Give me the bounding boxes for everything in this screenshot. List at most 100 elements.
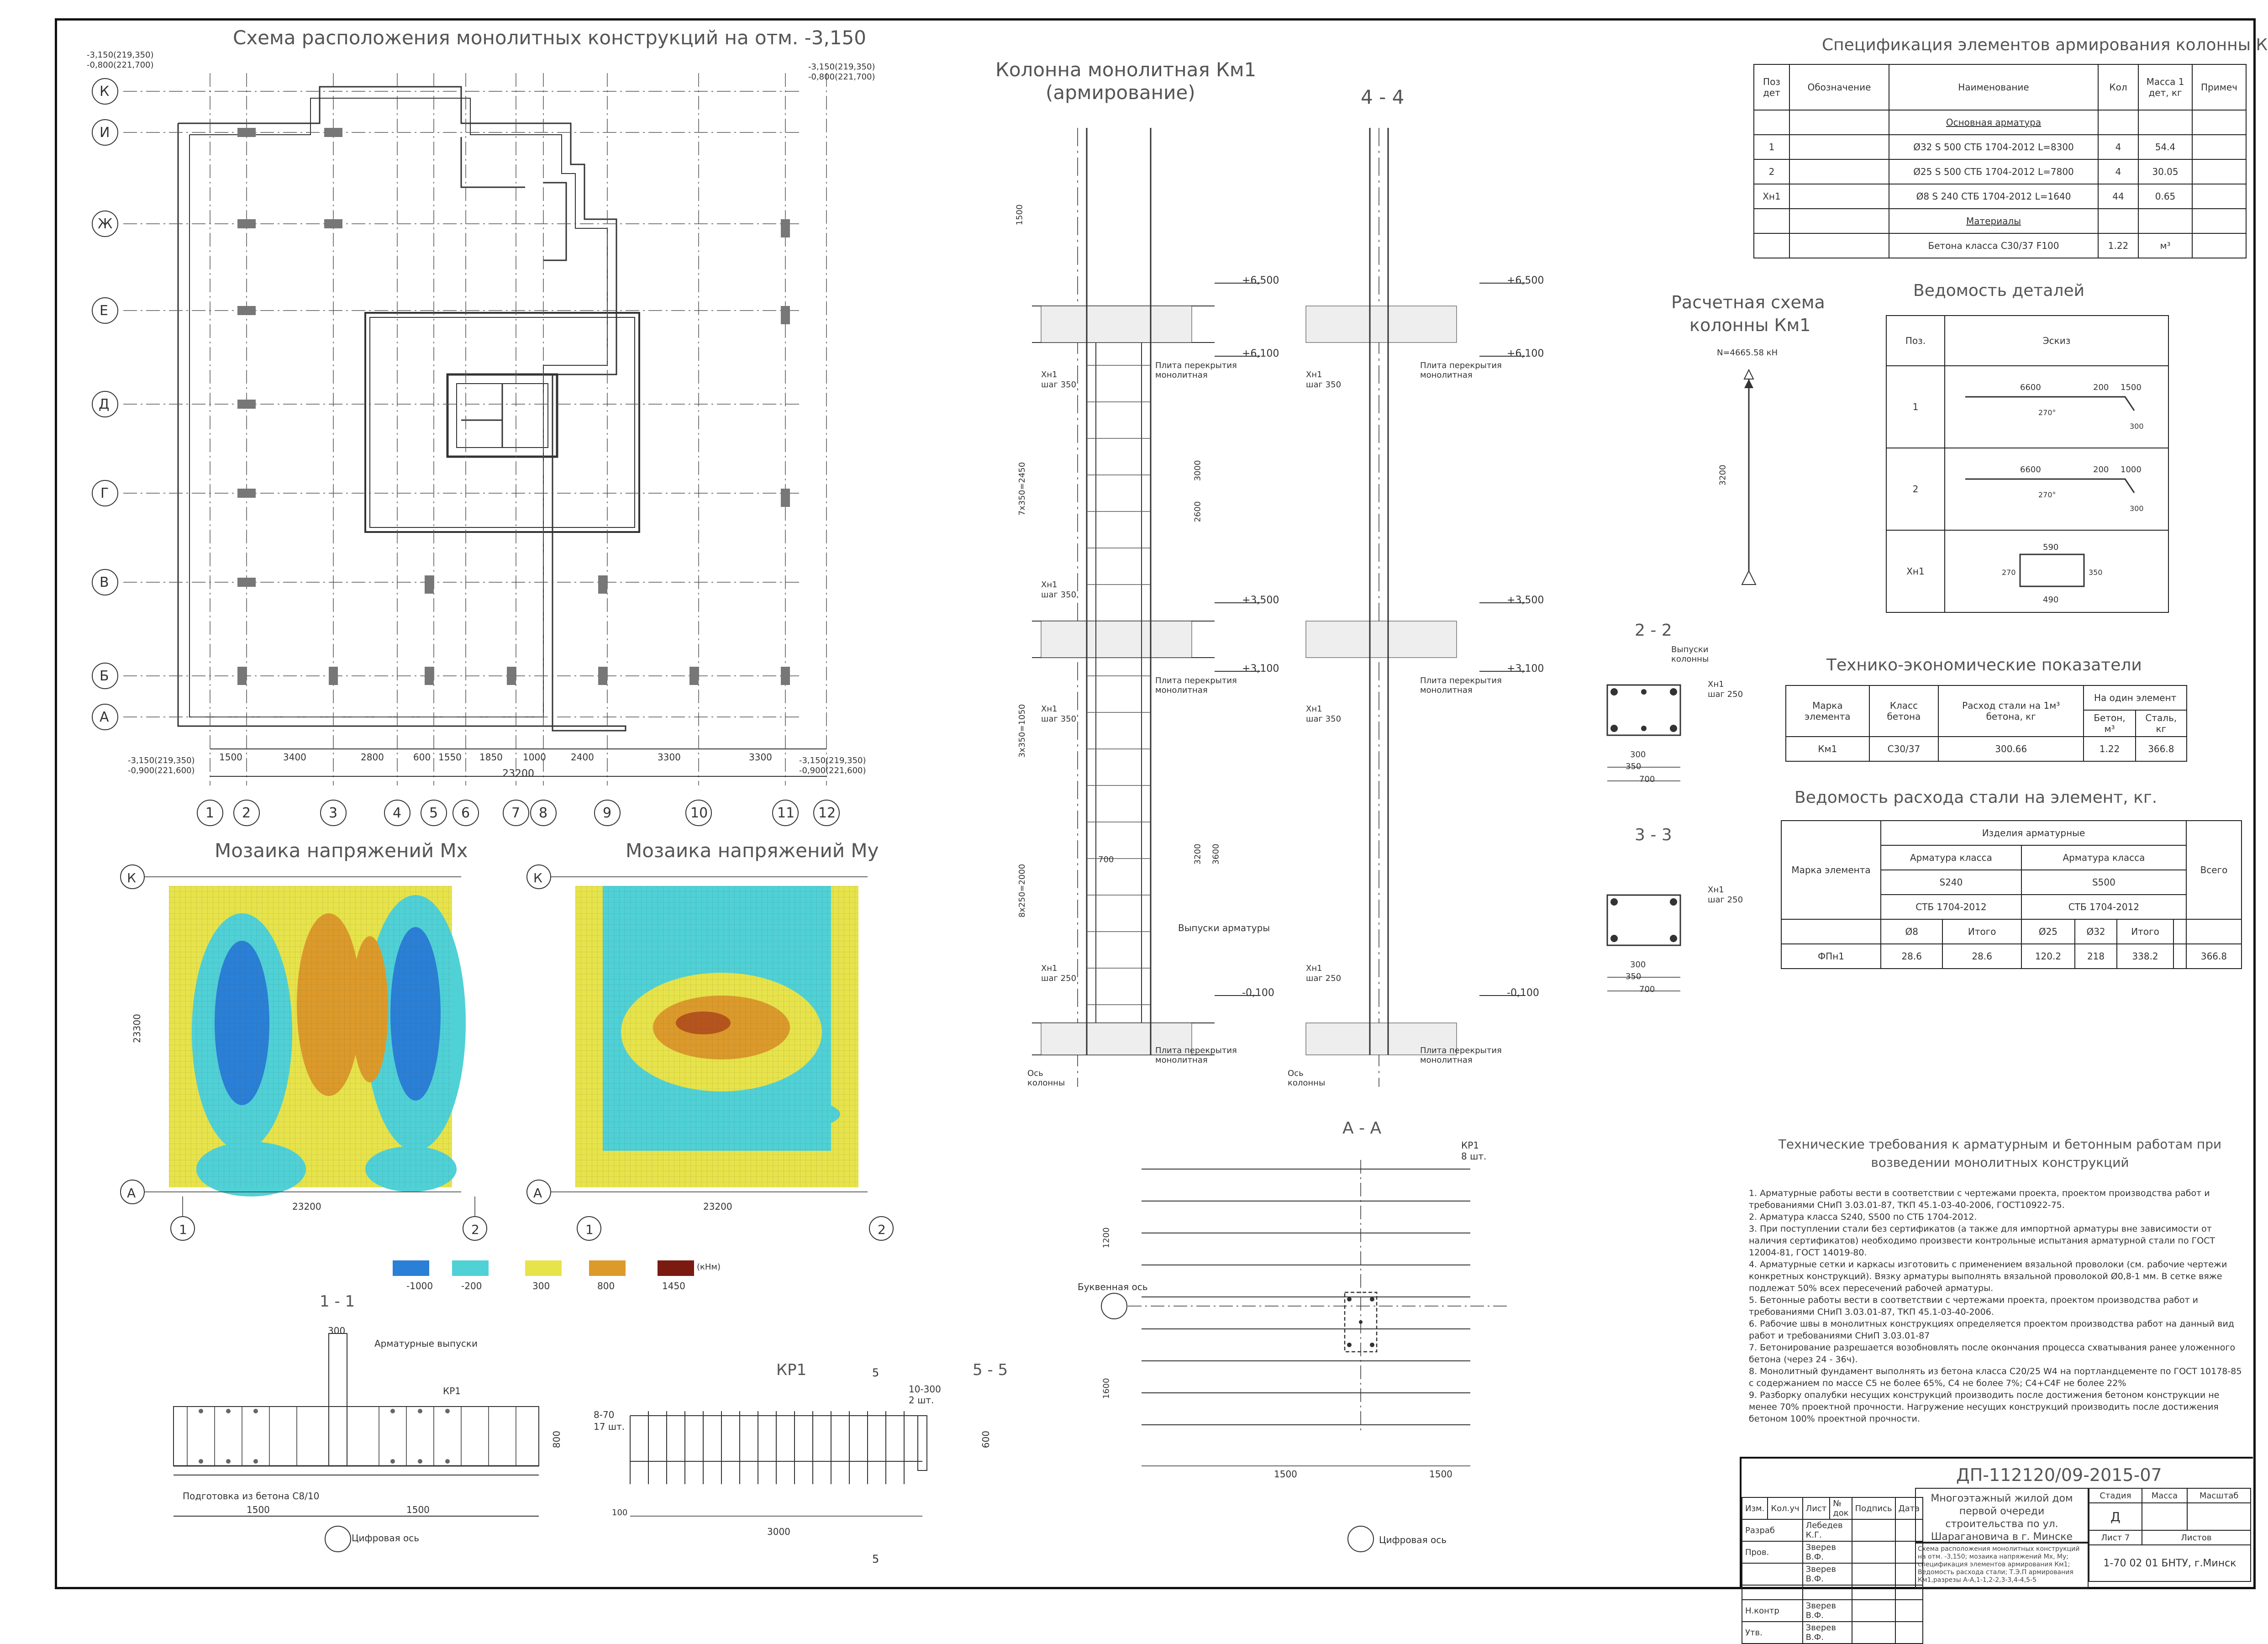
detail-sketch-2: 6600 200 1000 270° 300 [1944,448,2169,531]
sec22-label: шаг 250 [1708,690,1743,699]
axis-row-label: Г [100,485,109,501]
axis-row-label: А [100,709,109,725]
stamp-person: Зверев В.Ф. [1802,1563,1852,1586]
sec22-label: Хн1 [1708,680,1724,689]
sec33-drawing [1606,894,1681,991]
axis-label: Ось колонны [1288,1069,1326,1088]
tep-title: Технико-экономические показатели [1826,656,2142,674]
stamp-role: Н.контр [1742,1599,1803,1622]
level-mark: -3,150(219,350) [128,756,195,765]
legend-value: -200 [461,1280,482,1291]
kr1-label: 100 [612,1508,628,1518]
dim: 3300 [658,752,681,763]
tep-cell: Км1 [1785,736,1870,762]
legend-value: 1450 [662,1280,685,1291]
axis-col-label: 8 [539,805,548,821]
legend-swatch [589,1260,626,1276]
steel-cell: ФПн1 [1781,943,1881,969]
sec11-label: Арматурные выпуски [374,1338,478,1349]
axis-col-label: 3 [329,805,338,821]
aa-label: 1500 [1429,1469,1452,1480]
sec33-title: 3 - 3 [1635,826,1672,844]
mosaic-y-axis: А [533,1186,542,1201]
spec-cell: Хн1 [1753,184,1790,209]
stamp-hdr: № док [1829,1497,1852,1520]
tep-header: Расход стали на 1м³ бетона, кг [1938,685,2084,737]
aa-label: Буквенная ось [1078,1281,1148,1292]
stamp-person: Зверев В.Ф. [1802,1599,1852,1622]
spec-cell: 1 [1753,134,1790,160]
dim: 3200 [1193,843,1203,865]
slab-label: Плита перекрытия монолитная [1420,361,1502,380]
tep-cell: 1.22 [2083,736,2136,762]
dim: 1850 [479,752,503,763]
note-item: 5. Бетонные работы вести в соответствии … [1749,1295,2199,1317]
axis-col-label: 4 [393,805,402,821]
kr1-label: 8-70 [594,1409,615,1420]
level-mark: -0,900(221,600) [128,766,195,775]
step-label: шаг 350 [1306,380,1342,390]
mosaic-x-axis: К [127,870,136,885]
dim: 3400 [283,752,306,763]
level: +6,500 [1507,275,1544,286]
stamp-role: Разраб [1742,1519,1803,1542]
notes-list: 1. Арматурные работы вести в соответстви… [1749,1187,2247,1425]
kr1-title: КР1 [776,1361,807,1379]
stamp-signatures: Изм. Кол.уч Лист № док Подпись Дата Разраб Леб… [1741,1497,1924,1644]
dim: 3х350=1050 [1017,704,1027,758]
tep-cell: С30/37 [1868,736,1939,762]
spec-cell: 1.22 [2098,233,2139,258]
step-label: шаг 350 [1306,714,1342,724]
kr1-label: 5 [872,1553,879,1565]
dim: 8х250=2000 [1017,864,1027,918]
aa-label: КР1 [1461,1140,1479,1151]
tep-table: Марка элемента Класс бетона Расход стали н… [1785,685,2188,762]
details-pos: 1 [1886,365,1945,448]
dim: 700 [1098,855,1114,864]
steel-header: Итого [1942,919,2022,944]
spec-header: Поз дет [1753,64,1790,111]
sec11-drawing [173,1333,539,1552]
details-header: Поз. [1886,315,1945,366]
stamp-hdr: Подпись [1851,1497,1896,1520]
axis-label: Ось колонны [1027,1069,1065,1088]
mosaic-x-axis: А [127,1186,136,1201]
svg-text:300: 300 [2130,422,2144,431]
tep-header: Бетон, м³ [2083,710,2136,737]
stamp-stage-h: Масса [2141,1488,2188,1503]
note-item: 4. Арматурные сетки и каркасы изготовить… [1749,1259,2227,1293]
level: +6,100 [1242,348,1279,359]
stamp-stage-value: Д [2089,1502,2142,1531]
steel-header: Ø8 [1880,919,1943,944]
note-item: 1. Арматурные работы вести в соответстви… [1749,1188,2210,1210]
dim: 2400 [571,752,594,763]
mosaic-y [526,864,894,1241]
steel-cell: 120.2 [2021,943,2076,969]
dim: 1500 [1015,204,1025,226]
stamp-stage-h: Масштаб [2187,1488,2251,1503]
stamp-role: Утв. [1742,1621,1803,1644]
details-pos: Хн1 [1886,530,1945,613]
stamp-project: Многоэтажный жилой дом первой очереди ст… [1915,1488,2089,1543]
axis-col-label: 7 [511,805,521,821]
spec-cell: 4 [2098,134,2139,160]
level: +3,100 [1242,663,1279,674]
legend-swatch [658,1260,694,1276]
steel-header: Итого [2116,919,2174,944]
dim: 3000 [1193,460,1203,481]
step-label: шаг 250 [1306,974,1342,983]
column-subtitle: (армирование) [1046,81,1195,104]
sec22-label: 300 [1630,750,1646,759]
stamp-hdr: Лист [1802,1497,1831,1520]
axis-row-label: И [100,125,110,141]
spec-cell: Ø32 S 500 СТБ 1704-2012 L=8300 [1889,134,2099,160]
tep-header: На один элемент [2083,685,2187,711]
calc-length: 3200 [1718,464,1728,486]
spec-header: Масса 1 дет, кг [2138,64,2193,111]
sec11-label: 800 [551,1430,563,1449]
sec33-label: 700 [1639,985,1655,994]
mosaic-x [120,864,487,1241]
calc-title: колонны Км1 [1689,315,1811,335]
title-block: ДП-112120/09-2015-07 Многоэтажный жилой … [1740,1457,2253,1644]
stamp-hdr: Кол.уч [1767,1497,1803,1520]
